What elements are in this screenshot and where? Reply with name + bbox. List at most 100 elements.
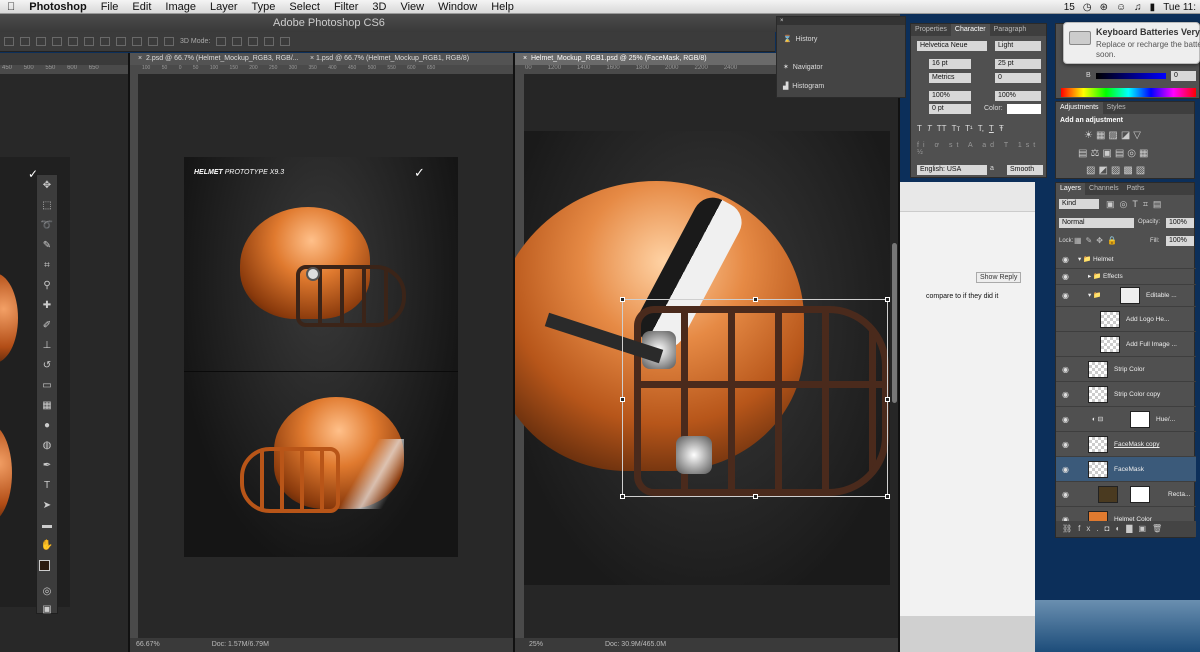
tab-properties[interactable]: Properties xyxy=(911,24,951,36)
lock-icons[interactable]: ▦✎✥🔒 xyxy=(1074,236,1121,245)
type-tool-icon[interactable]: T xyxy=(37,477,57,495)
3d-roll-icon[interactable] xyxy=(232,37,243,46)
distribute-top-icon[interactable] xyxy=(100,37,110,46)
layer-row-helmet-color[interactable]: ◉ Helmet Color xyxy=(1056,507,1196,521)
document-window-1[interactable]: 450 500 550 600 650 ✓ xyxy=(0,53,130,652)
tab-paths[interactable]: Paths xyxy=(1123,183,1149,195)
volume-icon[interactable]: ♫ xyxy=(1134,2,1142,13)
language-select[interactable]: English: USA xyxy=(917,165,987,175)
doc3-zoom[interactable]: 25% xyxy=(529,641,543,648)
transform-bounding-box[interactable] xyxy=(620,297,890,499)
battery-notification[interactable]: Keyboard Batteries Very Replace or recha… xyxy=(1063,22,1200,64)
blend-mode-select[interactable]: Normal xyxy=(1059,218,1134,228)
blur-tool-icon[interactable]: ● xyxy=(37,417,57,435)
distribute-right-icon[interactable] xyxy=(164,37,174,46)
layer-style-button[interactable]: fx. xyxy=(1078,524,1104,533)
hand-tool-icon[interactable]: ✋ xyxy=(37,537,57,555)
transform-handle[interactable] xyxy=(885,297,890,302)
history-brush-tool-icon[interactable]: ↺ xyxy=(37,357,57,375)
visibility-eye-icon[interactable]: ◉ xyxy=(1062,507,1069,521)
document-window-3[interactable]: × Helmet_Mockup_RGB1.psd @ 25% (FaceMask… xyxy=(515,53,900,652)
marquee-tool-icon[interactable]: ⬚ xyxy=(37,197,57,215)
lasso-tool-icon[interactable]: ➰ xyxy=(37,217,57,235)
menu-help[interactable]: Help xyxy=(484,0,521,13)
baseline-shift-field[interactable]: 0 pt xyxy=(929,104,971,114)
history-panel-button[interactable]: ⌛ History xyxy=(783,35,817,43)
quick-select-tool-icon[interactable]: ✎ xyxy=(37,237,57,255)
faux-bold-button[interactable]: T xyxy=(917,124,922,134)
quick-mask-icon[interactable]: ◎ xyxy=(37,583,57,601)
shape-tool-icon[interactable]: ▬ xyxy=(37,517,57,535)
tab-character[interactable]: Character xyxy=(950,24,990,36)
layer-row-add-full-image[interactable]: Add Full Image ... xyxy=(1056,332,1196,357)
distribute-bottom-icon[interactable] xyxy=(132,37,142,46)
adjustment-icons-row-3[interactable]: ▨◩▨▩▨ xyxy=(1086,165,1148,176)
leading-field[interactable]: 25 pt xyxy=(995,59,1041,69)
visibility-eye-icon[interactable]: ◉ xyxy=(1062,482,1069,507)
eraser-tool-icon[interactable]: ▭ xyxy=(37,377,57,395)
menubar-clock[interactable]: Tue 11: xyxy=(1163,2,1196,13)
visibility-eye-icon[interactable]: ◉ xyxy=(1062,357,1069,382)
transform-handle[interactable] xyxy=(885,494,890,499)
new-layer-icon[interactable]: ▣ xyxy=(1138,524,1152,533)
font-family-select[interactable]: Helvetica Neue xyxy=(917,41,987,51)
screen-mode-icon[interactable]: ▣ xyxy=(37,601,57,619)
tab-layers[interactable]: Layers xyxy=(1056,183,1086,195)
align-right-icon[interactable] xyxy=(84,37,94,46)
layer-row-helmet-group[interactable]: ◉ ▾ 📁 Helmet xyxy=(1056,251,1196,269)
menu-filter[interactable]: Filter xyxy=(327,0,365,13)
align-hcenter-icon[interactable] xyxy=(68,37,78,46)
superscript-button[interactable]: T¹ xyxy=(965,124,973,134)
dodge-tool-icon[interactable]: ◍ xyxy=(37,437,57,455)
document-window-2[interactable]: × 2.psd @ 66.7% (Helmet_Mockup_RGB3, RGB… xyxy=(130,53,515,652)
apple-menu-icon[interactable]:  xyxy=(0,0,22,13)
new-group-icon[interactable]: ▇ xyxy=(1126,524,1138,533)
new-adjustment-icon[interactable]: ◐ xyxy=(1115,524,1126,533)
font-style-select[interactable]: Light xyxy=(995,41,1041,51)
small-caps-button[interactable]: Tт xyxy=(952,124,961,134)
layer-row-facemask-copy[interactable]: ◉ FaceMask copy xyxy=(1056,432,1196,457)
menu-window[interactable]: Window xyxy=(431,0,484,13)
layer-row-strip-color-copy[interactable]: ◉ Strip Color copy xyxy=(1056,382,1196,407)
distribute-center-icon[interactable] xyxy=(116,37,126,46)
doc2-zoom[interactable]: 66.67% xyxy=(136,641,160,648)
text-color-swatch[interactable] xyxy=(1007,104,1041,114)
layer-filter-icons[interactable]: ▣◎T⌗▤ xyxy=(1106,199,1166,210)
adjustment-icons-row-2[interactable]: ▤⚖▣▤◎▦ xyxy=(1078,148,1151,159)
pen-tool-icon[interactable]: ✒ xyxy=(37,457,57,475)
path-select-tool-icon[interactable]: ➤ xyxy=(37,497,57,515)
opentype-buttons[interactable]: fi ơ st A ad T 1st ½ xyxy=(917,142,1042,156)
visibility-eye-icon[interactable]: ◉ xyxy=(1062,432,1069,457)
layer-row-hue-saturation[interactable]: ◉ ◐ ⊟ Hue/... xyxy=(1056,407,1196,432)
transform-handle[interactable] xyxy=(620,494,625,499)
layer-row-add-logo[interactable]: Add Logo He... xyxy=(1056,307,1196,332)
bluetooth-icon[interactable]: ⊛ xyxy=(1100,2,1108,13)
align-bottom-icon[interactable] xyxy=(36,37,46,46)
underline-button[interactable]: T xyxy=(989,124,994,134)
visibility-eye-icon[interactable]: ◉ xyxy=(1062,457,1069,482)
foreground-color-swatch[interactable] xyxy=(39,560,50,571)
distribute-left-icon[interactable] xyxy=(148,37,158,46)
vertical-scale-field[interactable]: 100% xyxy=(929,91,971,101)
menu-type[interactable]: Type xyxy=(245,0,283,13)
visibility-eye-icon[interactable]: ◉ xyxy=(1062,251,1069,269)
move-tool-icon[interactable]: ✥ xyxy=(37,177,57,195)
navigator-panel-button[interactable]: ✶ Navigator xyxy=(783,63,823,71)
visibility-eye-icon[interactable]: ◉ xyxy=(1062,269,1069,285)
tab-paragraph[interactable]: Paragraph xyxy=(990,24,1031,36)
healing-brush-tool-icon[interactable]: ✚ xyxy=(37,297,57,315)
status-count[interactable]: 15 xyxy=(1064,2,1075,13)
all-caps-button[interactable]: TT xyxy=(937,124,947,134)
transform-handle[interactable] xyxy=(753,494,758,499)
doc2-tab-2[interactable]: × 1.psd @ 66.7% (Helmet_Mockup_RGB1, RGB… xyxy=(310,53,469,65)
tab-channels[interactable]: Channels xyxy=(1085,183,1123,195)
align-left-icon[interactable] xyxy=(52,37,62,46)
fill-field[interactable]: 100% xyxy=(1166,236,1194,246)
color-spectrum-ramp[interactable] xyxy=(1061,88,1196,97)
tracking-field[interactable]: 0 xyxy=(995,73,1041,83)
menu-image[interactable]: Image xyxy=(158,0,203,13)
crop-tool-icon[interactable]: ⌗ xyxy=(37,257,57,275)
menu-edit[interactable]: Edit xyxy=(125,0,158,13)
visibility-eye-icon[interactable]: ◉ xyxy=(1062,407,1069,432)
doc1-tab[interactable] xyxy=(0,53,128,65)
